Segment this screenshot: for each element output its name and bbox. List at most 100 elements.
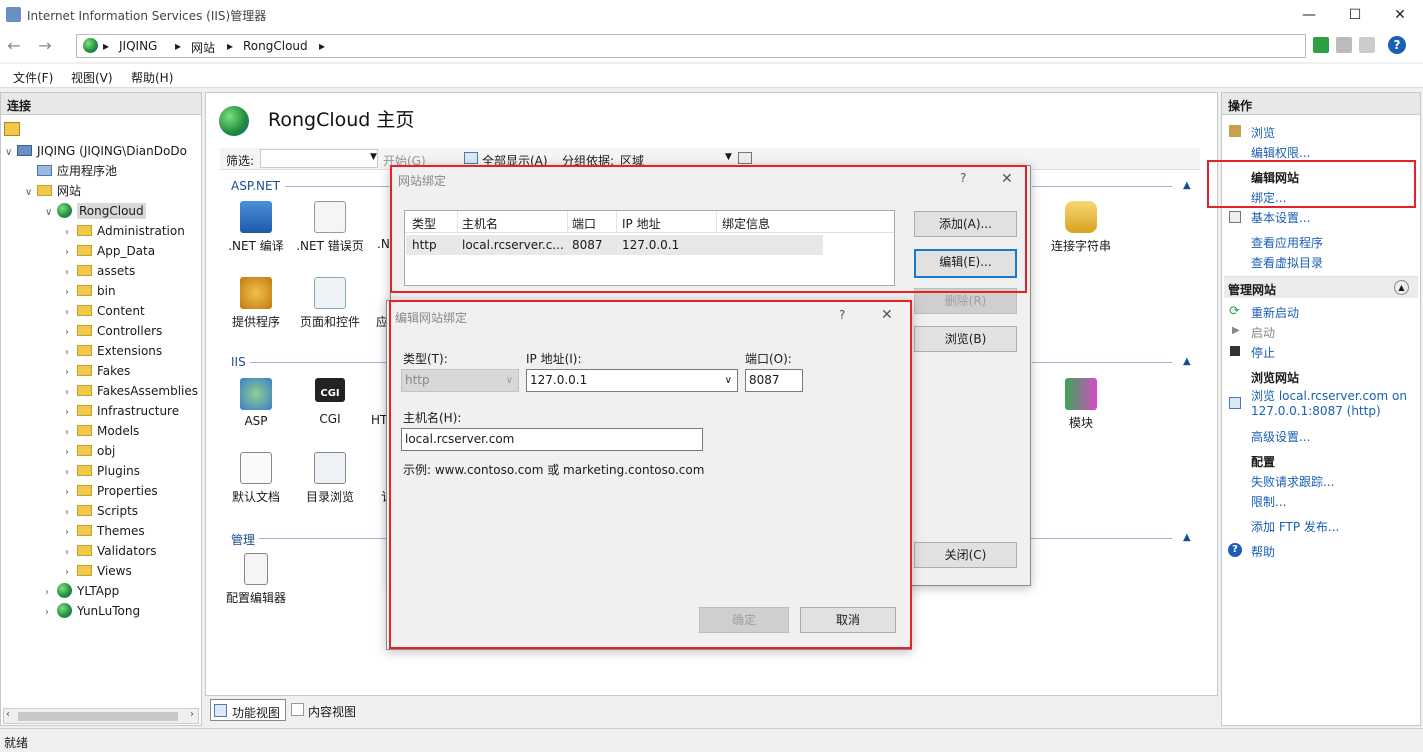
action-failed-request-tracing[interactable]: 失败请求跟踪... (1251, 473, 1334, 490)
chevron-right-icon[interactable]: › (65, 483, 77, 503)
chevron-down-icon[interactable]: ∨ (5, 143, 17, 163)
tree-item-pool[interactable]: 应用程序池 (25, 161, 117, 181)
action-browse-site-link[interactable]: 浏览 local.rcserver.com on (1251, 387, 1407, 404)
refresh-icon[interactable] (1313, 37, 1329, 53)
tree-item-folder[interactable]: › Validators (65, 541, 157, 561)
close-bindings-button[interactable]: 关闭(C) (914, 542, 1017, 568)
action-restart[interactable]: 重新启动 (1251, 304, 1299, 321)
feature-connection-strings[interactable]: 连接字符串 (1046, 201, 1116, 254)
feature-directory-browsing[interactable]: 目录浏览 (295, 452, 365, 505)
chevron-right-icon[interactable]: › (65, 283, 77, 303)
action-limits[interactable]: 限制... (1251, 493, 1286, 510)
collapse-aspnet-icon[interactable]: ▲ (1183, 180, 1191, 191)
feature-asp[interactable]: ASP (221, 378, 291, 428)
feature-cgi[interactable]: CGI CGI (295, 378, 365, 426)
filter-input[interactable] (260, 149, 378, 168)
home-icon[interactable] (1359, 37, 1375, 53)
tab-content-view[interactable]: 内容视图 (289, 699, 365, 721)
action-advanced-settings[interactable]: 高级设置... (1251, 428, 1310, 445)
collapse-iis-icon[interactable]: ▲ (1183, 356, 1191, 367)
tab-features-view[interactable]: 功能视图 (210, 699, 286, 721)
chevron-right-icon[interactable]: › (65, 403, 77, 423)
tree-item-folder[interactable]: › assets (65, 261, 135, 281)
tree-item-folder[interactable]: › Administration (65, 221, 185, 241)
crumb-site[interactable]: RongCloud (243, 39, 308, 53)
group-by-dropdown-icon[interactable]: ▼ (725, 152, 732, 162)
feature-pages-controls[interactable]: 页面和控件 (295, 277, 365, 330)
chevron-right-icon[interactable]: › (65, 303, 77, 323)
view-mode-icon[interactable] (738, 152, 752, 164)
crumb-server[interactable]: JIQING (119, 39, 157, 53)
browse-binding-button[interactable]: 浏览(B) (914, 326, 1017, 352)
menu-view[interactable]: 视图(V) (71, 69, 113, 86)
tree-item-folder[interactable]: › Properties (65, 481, 158, 501)
menu-file[interactable]: 文件(F) (13, 69, 53, 86)
chevron-right-icon[interactable]: › (65, 423, 77, 443)
chevron-right-icon[interactable]: › (65, 323, 77, 343)
tree-item-folder[interactable]: › FakesAssemblies (65, 381, 198, 401)
tree-item-site[interactable]: ∨ RongCloud (45, 201, 146, 221)
tree-item-site2[interactable]: › YLTApp (45, 581, 119, 601)
tree-item-server[interactable]: ∨ JIQING (JIQING\DianDoDo (5, 141, 187, 161)
tree-scrollbar[interactable]: ‹ › (3, 708, 199, 724)
tree-item-folder[interactable]: › obj (65, 441, 115, 461)
tree-item-folder[interactable]: › Plugins (65, 461, 140, 481)
chevron-right-icon[interactable]: › (65, 343, 77, 363)
feature-modules[interactable]: 模块 (1046, 378, 1116, 431)
chevron-right-icon[interactable]: › (65, 523, 77, 543)
tree-item-folder[interactable]: › Controllers (65, 321, 162, 341)
feature-net-error-pages[interactable]: .NET 错误页 (295, 201, 365, 254)
maximize-button[interactable]: ☐ (1332, 0, 1378, 30)
back-button[interactable]: ← (3, 36, 25, 56)
chevron-right-icon[interactable]: › (65, 443, 77, 463)
menu-help[interactable]: 帮助(H) (131, 69, 173, 86)
tree-item-folder[interactable]: › bin (65, 281, 116, 301)
tree-item-folder[interactable]: › Themes (65, 521, 145, 541)
connect-icon[interactable] (4, 122, 20, 136)
crumb-sites[interactable]: 网站 (191, 39, 215, 56)
collapse-manage-icon[interactable]: ▲ (1183, 532, 1191, 543)
tree-item-folder[interactable]: › Fakes (65, 361, 130, 381)
address-bar[interactable]: ▸ JIQING ▸ 网站 ▸ RongCloud ▸ (76, 34, 1306, 58)
tree-item-folder[interactable]: › Views (65, 561, 132, 581)
action-add-ftp[interactable]: 添加 FTP 发布... (1251, 518, 1339, 535)
chevron-right-icon[interactable]: › (65, 463, 77, 483)
stop-icon[interactable] (1336, 37, 1352, 53)
feature-providers[interactable]: 提供程序 (221, 277, 291, 330)
minimize-button[interactable]: — (1286, 0, 1332, 30)
feature-net-compile[interactable]: .NET 编译 (221, 201, 291, 254)
chevron-right-icon[interactable]: › (65, 363, 77, 383)
feature-default-document[interactable]: 默认文档 (221, 452, 291, 505)
scroll-thumb[interactable] (18, 712, 178, 721)
chevron-right-icon[interactable]: › (45, 583, 57, 603)
chevron-right-icon[interactable]: › (65, 243, 77, 263)
tree-item-folder[interactable]: › Models (65, 421, 139, 441)
action-basic-settings[interactable]: 基本设置... (1251, 209, 1310, 226)
feature-config-editor[interactable]: 配置编辑器 (221, 553, 291, 606)
action-stop[interactable]: 停止 (1251, 344, 1275, 361)
action-edit-permissions[interactable]: 编辑权限... (1251, 144, 1310, 161)
action-view-virtual-dirs[interactable]: 查看虚拟目录 (1251, 254, 1323, 271)
chevron-right-icon[interactable]: › (65, 263, 77, 283)
tree-item-folder[interactable]: › Extensions (65, 341, 162, 361)
chevron-right-icon[interactable]: › (65, 503, 77, 523)
tree-item-folder[interactable]: › App_Data (65, 241, 155, 261)
tree-item-folder[interactable]: › Infrastructure (65, 401, 179, 421)
chevron-down-icon[interactable]: ∨ (45, 203, 57, 223)
tree-item-site2[interactable]: › YunLuTong (45, 601, 140, 621)
tree-item-sites[interactable]: ∨ 网站 (25, 181, 81, 201)
chevron-right-icon[interactable]: › (45, 603, 57, 623)
help-icon[interactable]: ? (1388, 36, 1406, 54)
action-browse[interactable]: 浏览 (1251, 124, 1275, 141)
action-start[interactable]: 启动 (1251, 324, 1275, 341)
forward-button[interactable]: → (34, 36, 56, 56)
close-button[interactable]: ✕ (1377, 0, 1423, 30)
tree-item-folder[interactable]: › Content (65, 301, 145, 321)
chevron-down-icon[interactable]: ∨ (25, 183, 37, 203)
action-browse-site-link-address[interactable]: 127.0.0.1:8087 (http) (1251, 404, 1381, 418)
chevron-right-icon[interactable]: › (65, 563, 77, 583)
chevron-right-icon[interactable]: › (65, 543, 77, 563)
collapse-manage-site-icon[interactable]: ▲ (1394, 280, 1409, 295)
chevron-right-icon[interactable]: › (65, 383, 77, 403)
tree-item-folder[interactable]: › Scripts (65, 501, 138, 521)
